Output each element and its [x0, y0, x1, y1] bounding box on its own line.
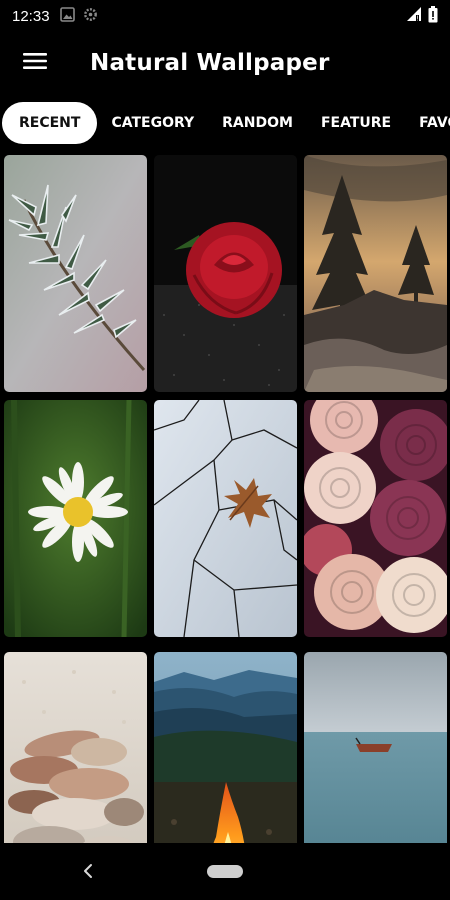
svg-text:!: ! [416, 14, 419, 22]
status-time: 12:33 [12, 7, 50, 25]
wallpaper-grid [4, 155, 447, 843]
wallpaper-frosted-plant[interactable] [4, 155, 147, 392]
gear-icon [83, 7, 98, 26]
app-title: Natural Wallpaper [90, 50, 330, 76]
tab-category[interactable]: CATEGORY [97, 102, 208, 144]
wallpaper-boat-on-sea[interactable] [304, 652, 447, 843]
navigation-bar [0, 843, 450, 900]
battery-icon [428, 5, 438, 27]
wallpaper-daisy-flower[interactable] [4, 400, 147, 637]
app-bar: Natural Wallpaper [0, 32, 450, 94]
signal-icon: ! [406, 6, 422, 26]
wallpaper-red-rose[interactable] [154, 155, 297, 392]
wallpaper-roses-bouquet[interactable] [304, 400, 447, 637]
status-bar: 12:33 ! [0, 0, 450, 32]
tab-feature[interactable]: FEATURE [307, 102, 405, 144]
tab-recent[interactable]: RECENT [2, 102, 98, 144]
tab-favorite[interactable]: FAVO [405, 102, 450, 144]
back-chevron-icon[interactable] [78, 859, 98, 883]
wallpaper-pine-trees-sunset[interactable] [304, 155, 447, 392]
gallery-icon [59, 6, 75, 26]
wallpaper-campfire-mountains[interactable] [154, 652, 297, 843]
wallpaper-autumn-leaf-on-ice[interactable] [154, 400, 297, 637]
menu-button[interactable] [12, 40, 58, 86]
hamburger-menu-icon [23, 52, 47, 74]
home-pill-icon[interactable] [207, 865, 243, 878]
wallpaper-beach-pebbles[interactable] [4, 652, 147, 843]
category-tabs: RECENT CATEGORY RANDOM FEATURE FAVO [0, 100, 450, 146]
tab-random[interactable]: RANDOM [208, 102, 307, 144]
